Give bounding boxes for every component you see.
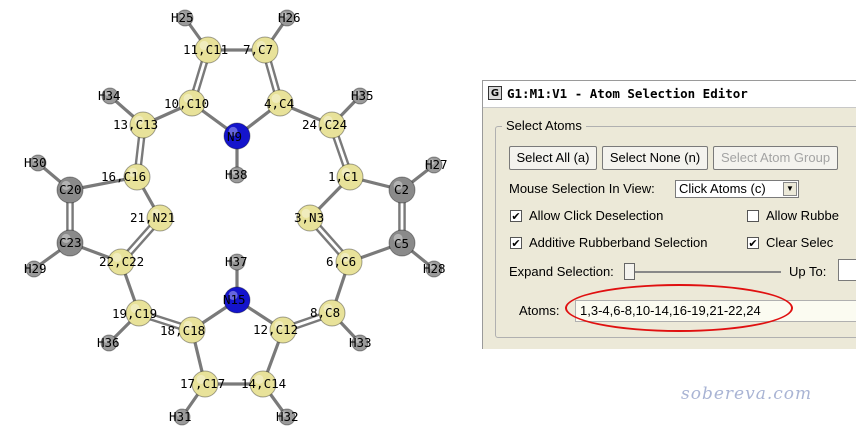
atom-label: C20	[59, 182, 82, 197]
atom-label: H36	[97, 335, 120, 350]
allow-click-deselection-label: Allow Click Deselection	[529, 208, 664, 223]
atom-label: 3,N3	[294, 210, 324, 225]
atom-label: C5	[394, 236, 409, 251]
atom-label: 8,C8	[310, 305, 340, 320]
select-all-button[interactable]: Select All (a)	[509, 146, 597, 170]
atom-label: C2	[394, 182, 409, 197]
atom-label: H34	[98, 88, 121, 103]
atom-label: H29	[24, 261, 47, 276]
atom-label: 10,C10	[164, 96, 209, 111]
title-bar: G G1:M1:V1 - Atom Selection Editor	[483, 81, 856, 108]
atom-label: 16,C16	[101, 169, 146, 184]
atom-label: H31	[169, 409, 192, 424]
atom-label: N15	[223, 292, 246, 307]
atom-label: H35	[351, 88, 374, 103]
atom-label: H32	[276, 409, 299, 424]
expand-slider-track[interactable]	[627, 271, 781, 273]
clear-selection-label: Clear Selec	[766, 235, 834, 250]
additive-rubberband-label: Additive Rubberband Selection	[529, 235, 708, 250]
atom-label: 21,N21	[130, 210, 175, 225]
allow-rubberband-checkbox[interactable]	[747, 210, 759, 222]
atom-label: 24,C24	[302, 117, 347, 132]
mouse-selection-value: Click Atoms (c)	[679, 181, 766, 196]
highlight-ellipse	[565, 284, 793, 332]
atom-label: 11,C11	[183, 42, 228, 57]
atom-label: 17,C17	[180, 376, 225, 391]
atom-label: 22,C22	[99, 254, 144, 269]
mouse-selection-label: Mouse Selection In View:	[509, 181, 655, 196]
atom-label: 1,C1	[328, 169, 358, 184]
app-icon: G	[488, 86, 502, 100]
atom-label: N9	[227, 129, 242, 144]
atom-label: 19,C19	[112, 306, 157, 321]
mouse-selection-dropdown[interactable]: Click Atoms (c) ▼	[675, 180, 799, 198]
watermark-text: sobereva.com	[681, 384, 813, 404]
select-atom-group-button[interactable]: Select Atom Group	[713, 146, 838, 170]
allow-click-deselection-checkbox[interactable]: ✔	[510, 210, 522, 222]
select-none-button[interactable]: Select None (n)	[602, 146, 708, 170]
atom-label: H26	[278, 10, 301, 25]
atom-label: 6,C6	[326, 254, 356, 269]
atom-label: C23	[59, 235, 82, 250]
atom-label: H28	[423, 261, 446, 276]
atom-label: 12,C12	[253, 322, 298, 337]
atom-label: 7,C7	[243, 42, 273, 57]
atom-label: H38	[225, 167, 248, 182]
atom-label: 4,C4	[264, 96, 294, 111]
allow-rubberband-label: Allow Rubbe	[766, 208, 839, 223]
chevron-down-icon[interactable]: ▼	[783, 182, 797, 196]
expand-selection-label: Expand Selection:	[509, 264, 614, 279]
atom-label: H27	[425, 157, 448, 172]
atom-label: 18,C18	[160, 323, 205, 338]
additive-rubberband-checkbox[interactable]: ✔	[510, 237, 522, 249]
expand-slider-thumb[interactable]	[624, 263, 635, 280]
clear-selection-checkbox[interactable]: ✔	[747, 237, 759, 249]
atom-label: H30	[24, 155, 47, 170]
atom-label: H25	[171, 10, 194, 25]
atom-label: H33	[349, 335, 372, 350]
window-title: G1:M1:V1 - Atom Selection Editor	[507, 86, 748, 101]
atom-label: 14,C14	[241, 376, 286, 391]
atom-label: H37	[225, 254, 248, 269]
upto-label: Up To:	[789, 264, 827, 279]
atom-label: 13,C13	[113, 117, 158, 132]
atoms-label: Atoms:	[519, 303, 560, 318]
group-label: Select Atoms	[502, 118, 586, 133]
upto-input[interactable]	[838, 259, 856, 281]
molecule-view[interactable]: 1,C1 C2 3,N3 4,C4 C5 6,C6 7,C7 8,C8 N9 10,C10 11,C…	[0, 0, 470, 440]
